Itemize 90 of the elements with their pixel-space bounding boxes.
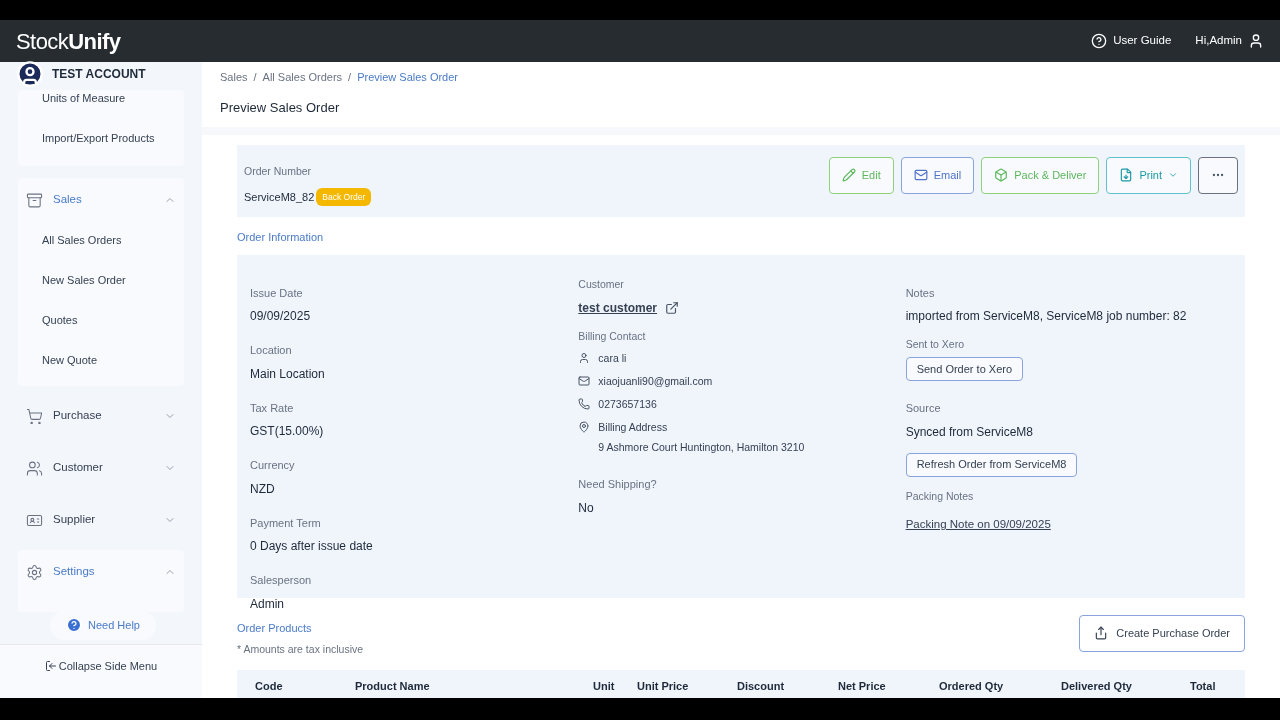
app-logo[interactable]: StockUnify — [16, 24, 121, 58]
more-button[interactable] — [1198, 156, 1238, 194]
customer-icon — [26, 459, 43, 477]
sidebar-group[interactable]: Customer — [18, 446, 184, 490]
map-pin-icon — [578, 420, 591, 433]
order-number: ServiceM8_82 — [244, 189, 315, 205]
external-link-icon — [665, 300, 680, 315]
field-value: NZD — [250, 480, 276, 498]
column-header: Unit — [593, 678, 616, 694]
field-label: Billing Contact — [578, 328, 647, 344]
help-icon — [1091, 33, 1108, 49]
sidebar-group[interactable]: Purchase — [18, 394, 184, 438]
field-label: Location — [250, 343, 293, 359]
field-value: 0 Days after issue date — [250, 538, 374, 556]
help-icon — [66, 617, 82, 634]
field-label: Need Shipping? — [578, 477, 658, 492]
share-icon — [1094, 626, 1109, 641]
tax-note: * Amounts are tax inclusive — [237, 642, 364, 658]
sidebar-subitem[interactable]: New Sales Order — [18, 262, 184, 302]
collapse-icon — [44, 660, 57, 672]
contact-text: 0273657136 — [598, 396, 657, 412]
account-menu-button[interactable]: Hi,Admin — [1195, 32, 1264, 50]
sidebar-group[interactable]: Supplier — [18, 498, 184, 542]
contact-text: xiaojuanli90@gmail.com — [598, 374, 713, 389]
create-purchase-order-button[interactable]: Create Purchase Order — [1079, 614, 1245, 652]
column-header: Net Price — [838, 678, 887, 694]
status-badge: Back Order — [316, 187, 372, 207]
column-header: Delivered Qty — [1061, 678, 1133, 694]
field-value: imported from ServiceM8, ServiceM8 job number: 82 — [905, 308, 1188, 326]
pencil-icon — [841, 168, 856, 183]
field-value: Synced from ServiceM8 — [905, 423, 1035, 441]
breadcrumb-separator: / — [348, 70, 352, 86]
page-title: Preview Sales Order — [220, 99, 340, 118]
column-header: Code — [255, 678, 284, 694]
sidebar-item[interactable]: Units of Measure — [18, 90, 184, 118]
document-icon — [1119, 168, 1134, 183]
phone-icon — [578, 397, 591, 410]
sidebar-subitem[interactable]: All Sales Orders — [18, 222, 184, 262]
sidebar-group[interactable]: Settings — [18, 550, 184, 594]
purchase-icon — [26, 407, 43, 425]
user-icon — [1248, 33, 1264, 49]
account-name: TEST ACCOUNT — [52, 66, 146, 83]
sidebar-item[interactable]: Import/Export Products — [18, 118, 184, 158]
sidebar-subitem[interactable]: New Quote — [18, 342, 184, 382]
breadcrumb-link[interactable]: Preview Sales Order — [357, 69, 458, 86]
section-heading: Order Information — [237, 229, 325, 245]
field-label: Issue Date — [250, 285, 304, 301]
address-text: 9 Ashmore Court Huntington, Hamilton 3210 — [598, 440, 805, 456]
mail-icon — [913, 168, 928, 183]
send-to-xero-button[interactable]: Send Order to Xero — [905, 357, 1024, 381]
column-header: Product Name — [355, 678, 431, 694]
contact-text: Billing Address — [598, 419, 669, 435]
collapse-menu-button[interactable]: Collapse Side Menu — [44, 657, 158, 675]
column-header: Discount — [737, 678, 786, 694]
settings-icon — [26, 563, 43, 581]
field-label: Customer — [578, 276, 625, 292]
field-value: Main Location — [250, 365, 326, 383]
breadcrumb-separator: / — [253, 70, 257, 86]
mail-icon — [578, 375, 591, 387]
field-label: Source — [905, 401, 942, 416]
section-heading: Order Products — [237, 620, 313, 636]
field-label: Order Number — [244, 163, 313, 179]
need-help-button[interactable]: Need Help — [50, 611, 156, 640]
field-value: GST(15.00%) — [250, 423, 325, 441]
box-icon — [994, 168, 1009, 183]
sales-icon — [26, 191, 43, 209]
email-button[interactable]: Email — [900, 156, 975, 194]
column-header: Unit Price — [637, 678, 690, 694]
field-value: Admin — [250, 595, 285, 613]
field-label: Payment Term — [250, 515, 322, 531]
field-label: Salesperson — [250, 573, 313, 589]
breadcrumb-link[interactable]: Sales — [220, 69, 248, 86]
sidebar-subitem[interactable]: Quotes — [18, 302, 184, 342]
column-header: Total — [1190, 678, 1217, 694]
customer-link[interactable]: test customer — [578, 298, 658, 317]
field-label: Packing Notes — [905, 488, 975, 504]
column-header: Ordered Qty — [939, 678, 1005, 694]
field-value: 09/09/2025 — [250, 308, 312, 326]
user-guide-button[interactable]: User Guide — [1091, 32, 1172, 50]
field-value: No — [578, 499, 595, 517]
packing-note-link[interactable]: Packing Note on 09/09/2025 — [905, 516, 1232, 534]
breadcrumb-link[interactable]: All Sales Orders — [262, 69, 343, 86]
field-label: Notes — [905, 285, 936, 301]
person-icon — [578, 352, 591, 365]
sidebar-group[interactable]: Sales — [18, 178, 184, 222]
field-label: Sent to Xero — [905, 337, 966, 353]
field-label: Tax Rate — [250, 400, 295, 416]
contact-text: cara li — [598, 351, 627, 367]
field-label: Currency — [250, 458, 296, 474]
refresh-order-button[interactable]: Refresh Order from ServiceM8 — [905, 452, 1078, 477]
